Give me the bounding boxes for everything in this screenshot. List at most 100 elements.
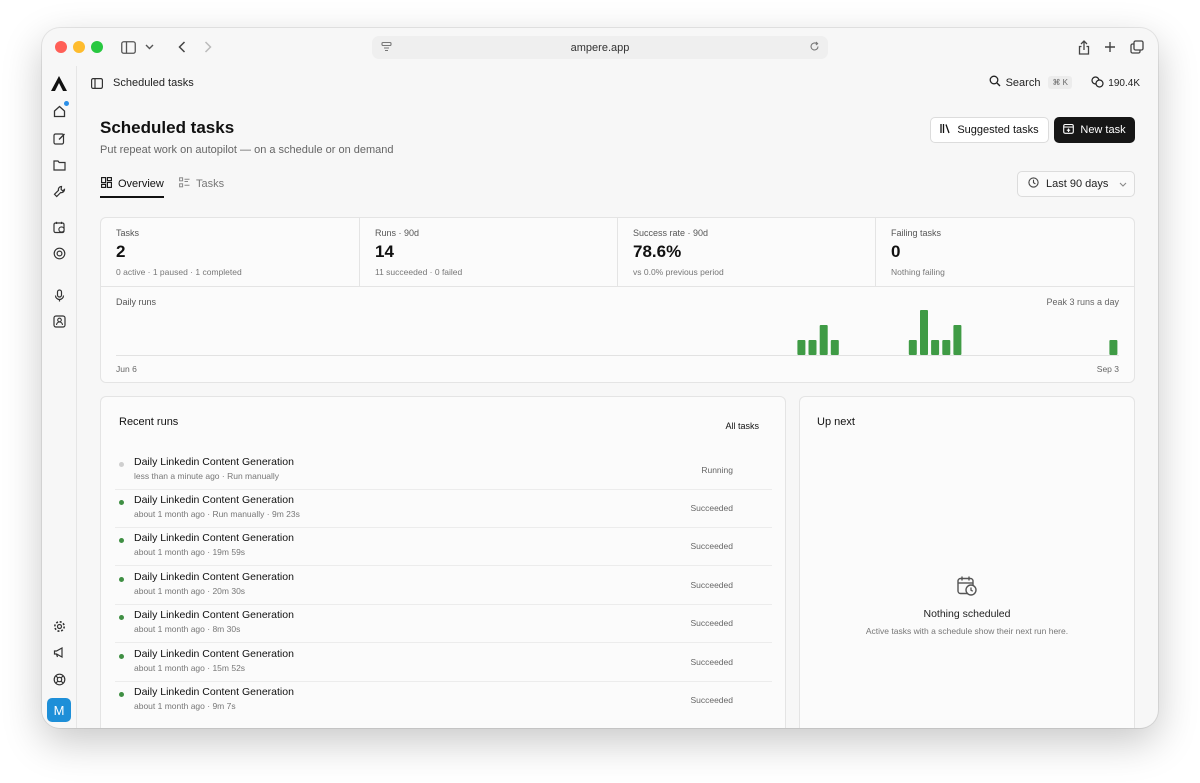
run-task-name: Daily Linkedin Content Generation xyxy=(134,571,294,583)
browser-toolbar: ampere.app xyxy=(42,28,1158,66)
stats-card: Tasks 2 0 active · 1 paused · 1 complete… xyxy=(100,217,1135,383)
chart-bar[interactable] xyxy=(920,310,928,355)
page-title: Scheduled tasks xyxy=(100,118,235,137)
run-status-dot xyxy=(119,654,124,659)
panel-toggle-icon[interactable] xyxy=(91,76,104,94)
url-text: ampere.app xyxy=(570,41,630,54)
chart-bar[interactable] xyxy=(953,325,962,355)
page-tabs: Overview Tasks xyxy=(100,170,1135,198)
stat-failing-tasks: Failing tasks 0 Nothing failing xyxy=(875,218,1134,287)
run-task-name: Daily Linkedin Content Generation xyxy=(134,609,294,621)
browser-window: ampere.app M Scheduled tasks Search ⌘ K … xyxy=(42,28,1158,728)
grid-icon xyxy=(101,177,112,191)
tab-overview[interactable]: Overview xyxy=(101,177,164,191)
run-meta: less than a minute ago · Run manually xyxy=(134,471,280,481)
zoom-window-button[interactable] xyxy=(91,41,103,53)
reload-icon[interactable] xyxy=(809,41,820,55)
sidebar-toggle-icon[interactable] xyxy=(118,37,138,57)
run-row[interactable]: Daily Linkedin Content Generation about … xyxy=(115,682,772,720)
user-avatar[interactable]: M xyxy=(47,698,71,722)
run-row[interactable]: Daily Linkedin Content Generation about … xyxy=(115,644,772,682)
stat-value: 0 xyxy=(891,242,901,261)
megaphone-icon[interactable] xyxy=(51,644,67,660)
stat-label: Failing tasks xyxy=(891,228,942,238)
run-status: Running xyxy=(701,465,733,475)
stat-label: Tasks xyxy=(116,228,140,238)
help-icon[interactable] xyxy=(51,671,67,687)
recent-runs-card: Recent runs All tasks Daily Linkedin Con… xyxy=(100,396,786,728)
chart-bar[interactable] xyxy=(1109,340,1118,355)
site-settings-icon[interactable] xyxy=(381,41,392,55)
app-header: Scheduled tasks Search ⌘ K 190.4K xyxy=(77,66,1158,100)
run-row[interactable]: Daily Linkedin Content Generation about … xyxy=(115,528,772,566)
run-status-dot xyxy=(119,538,124,543)
stat-value: 14 xyxy=(375,242,394,261)
chart-bar[interactable] xyxy=(908,340,917,355)
tab-overview-icon[interactable] xyxy=(1127,37,1147,57)
search-button[interactable]: Search ⌘ K xyxy=(989,75,1072,90)
run-meta: about 1 month ago · 8m 30s xyxy=(134,624,241,634)
chart-bar[interactable] xyxy=(819,325,828,355)
all-tasks-link[interactable]: All tasks xyxy=(725,421,759,431)
credits-balance[interactable]: 190.4K xyxy=(1091,76,1140,91)
chart-bar[interactable] xyxy=(942,340,951,355)
run-row[interactable]: Daily Linkedin Content Generation about … xyxy=(115,605,772,643)
minimize-window-button[interactable] xyxy=(73,41,85,53)
run-task-name: Daily Linkedin Content Generation xyxy=(134,494,294,506)
wrench-icon[interactable] xyxy=(51,183,67,199)
chart-bar[interactable] xyxy=(808,340,817,355)
stat-success-rate: Success rate · 90d 78.6% vs 0.0% previou… xyxy=(617,218,875,287)
close-window-button[interactable] xyxy=(55,41,67,53)
suggested-tasks-button[interactable]: Suggested tasks xyxy=(930,117,1049,143)
stat-value: 2 xyxy=(116,242,126,261)
scheduled-tasks-icon[interactable] xyxy=(51,219,67,235)
breadcrumb: Scheduled tasks xyxy=(113,77,194,89)
date-range-select[interactable]: Last 90 days xyxy=(1017,171,1135,197)
up-next-empty-title: Nothing scheduled xyxy=(923,608,1011,620)
folder-icon[interactable] xyxy=(51,157,67,173)
chart-bar[interactable] xyxy=(797,340,806,355)
run-task-name: Daily Linkedin Content Generation xyxy=(134,532,294,544)
suggested-tasks-label: Suggested tasks xyxy=(957,124,1039,136)
target-icon[interactable] xyxy=(51,245,67,261)
library-icon xyxy=(940,123,951,137)
tab-tasks-label: Tasks xyxy=(196,178,225,190)
share-icon[interactable] xyxy=(1074,37,1094,57)
daily-runs-chart xyxy=(116,310,1119,356)
search-icon xyxy=(989,75,1001,90)
gear-icon[interactable] xyxy=(51,618,67,634)
chevron-down-icon[interactable] xyxy=(139,37,159,57)
home-icon[interactable] xyxy=(51,101,69,119)
stat-label: Runs · 90d xyxy=(375,228,420,238)
contacts-icon[interactable] xyxy=(51,313,67,329)
compose-icon[interactable] xyxy=(51,130,67,146)
chevron-down-icon xyxy=(1119,178,1127,190)
chart-bar[interactable] xyxy=(931,340,940,355)
microphone-icon[interactable] xyxy=(51,287,67,303)
up-next-title: Up next xyxy=(817,416,855,428)
new-tab-icon[interactable] xyxy=(1100,37,1120,57)
coins-icon xyxy=(1091,76,1104,91)
app-sidebar: M xyxy=(42,66,77,728)
run-status-dot xyxy=(119,500,124,505)
address-bar[interactable]: ampere.app xyxy=(372,36,828,59)
stat-note: 0 active · 1 paused · 1 completed xyxy=(116,267,242,277)
forward-icon[interactable] xyxy=(198,37,218,57)
date-range-value: Last 90 days xyxy=(1046,178,1109,190)
up-next-card: Up next Nothing scheduled Active tasks w… xyxy=(799,396,1135,728)
stat-value: 78.6% xyxy=(633,242,682,261)
app-logo-icon[interactable] xyxy=(50,74,68,92)
run-meta: about 1 month ago · Run manually · 9m 23… xyxy=(134,509,300,519)
tab-tasks[interactable]: Tasks xyxy=(179,177,224,191)
chart-annotation: Peak 3 runs a day xyxy=(1046,297,1119,307)
chart-bar[interactable] xyxy=(830,340,839,355)
back-icon[interactable] xyxy=(172,37,192,57)
new-task-button[interactable]: New task xyxy=(1054,117,1135,143)
run-row[interactable]: Daily Linkedin Content Generation about … xyxy=(115,567,772,605)
new-task-label: New task xyxy=(1080,124,1126,136)
run-row[interactable]: Daily Linkedin Content Generation about … xyxy=(115,490,772,528)
run-row[interactable]: Daily Linkedin Content Generation less t… xyxy=(115,452,772,490)
run-status-dot xyxy=(119,692,124,697)
stat-runs: Runs · 90d 14 11 succeeded · 0 failed xyxy=(359,218,617,287)
run-status: Succeeded xyxy=(690,503,733,513)
